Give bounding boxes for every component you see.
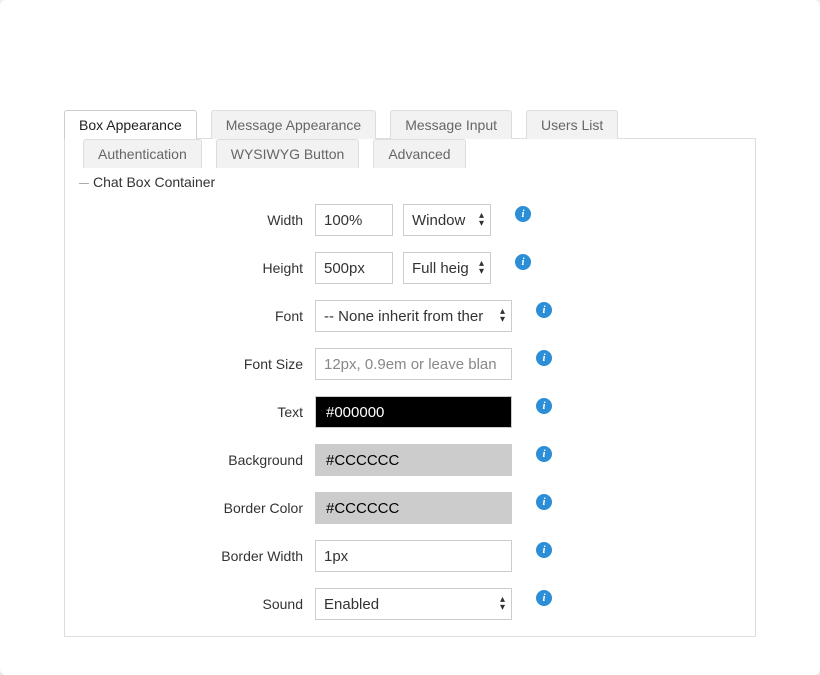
row-sound: Sound Enabled ▴▾ i [65,588,755,620]
font-select-value: -- None inherit from ther [324,308,483,325]
row-text-color: Text #000000 i [65,396,755,428]
sound-select[interactable]: Enabled ▴▾ [315,588,512,620]
row-font: Font -- None inherit from ther ▴▾ i [65,300,755,332]
row-border-width: Border Width i [65,540,755,572]
row-height: Height Full heig ▴▾ i [65,252,755,284]
height-input[interactable] [315,252,393,284]
tabs-row-1: Box Appearance Message Appearance Messag… [64,110,756,139]
font-select[interactable]: -- None inherit from ther ▴▾ [315,300,512,332]
row-border-color: Border Color #CCCCCC i [65,492,755,524]
row-font-size: Font Size i [65,348,755,380]
tab-message-input[interactable]: Message Input [390,110,512,139]
border-width-input[interactable] [315,540,512,572]
tab-wysiwyg-button[interactable]: WYSIWYG Button [216,139,360,168]
width-unit-value: Window [412,212,465,229]
chevron-updown-icon: ▴▾ [479,260,484,276]
info-icon[interactable]: i [536,542,552,558]
info-icon[interactable]: i [536,398,552,414]
height-unit-value: Full heig [412,260,469,277]
border-color-input[interactable]: #CCCCCC [315,492,512,524]
label-font: Font [105,308,315,324]
info-icon[interactable]: i [536,350,552,366]
tab-authentication[interactable]: Authentication [83,139,202,168]
form-rows: Width Window ▴▾ i Height [65,190,755,620]
chevron-updown-icon: ▴▾ [479,212,484,228]
content-area: Box Appearance Message Appearance Messag… [0,0,820,637]
tabs-row-2: Authentication WYSIWYG Button Advanced [65,139,755,168]
width-unit-select[interactable]: Window ▴▾ [403,204,491,236]
info-icon[interactable]: i [536,302,552,318]
label-border-color: Border Color [105,500,315,516]
info-icon[interactable]: i [536,494,552,510]
height-unit-select[interactable]: Full heig ▴▾ [403,252,491,284]
fieldset-title: Chat Box Container [65,168,755,190]
row-background-color: Background #CCCCCC i [65,444,755,476]
info-icon[interactable]: i [515,206,531,222]
text-color-input[interactable]: #000000 [315,396,512,428]
row-width: Width Window ▴▾ i [65,204,755,236]
tab-panel: Authentication WYSIWYG Button Advanced C… [64,138,756,637]
label-sound: Sound [105,596,315,612]
chevron-updown-icon: ▴▾ [500,308,505,324]
chevron-updown-icon: ▴▾ [500,596,505,612]
font-size-input[interactable] [315,348,512,380]
tab-message-appearance[interactable]: Message Appearance [211,110,376,139]
settings-window: Box Appearance Message Appearance Messag… [0,0,820,675]
sound-select-value: Enabled [324,596,379,613]
info-icon[interactable]: i [515,254,531,270]
tab-box-appearance[interactable]: Box Appearance [64,110,197,139]
label-height: Height [105,260,315,276]
info-icon[interactable]: i [536,446,552,462]
tab-advanced[interactable]: Advanced [373,139,465,168]
width-input[interactable] [315,204,393,236]
label-text-color: Text [105,404,315,420]
info-icon[interactable]: i [536,590,552,606]
label-font-size: Font Size [105,356,315,372]
label-background: Background [105,452,315,468]
background-color-input[interactable]: #CCCCCC [315,444,512,476]
tab-users-list[interactable]: Users List [526,110,618,139]
label-width: Width [105,212,315,228]
label-border-width: Border Width [105,548,315,564]
